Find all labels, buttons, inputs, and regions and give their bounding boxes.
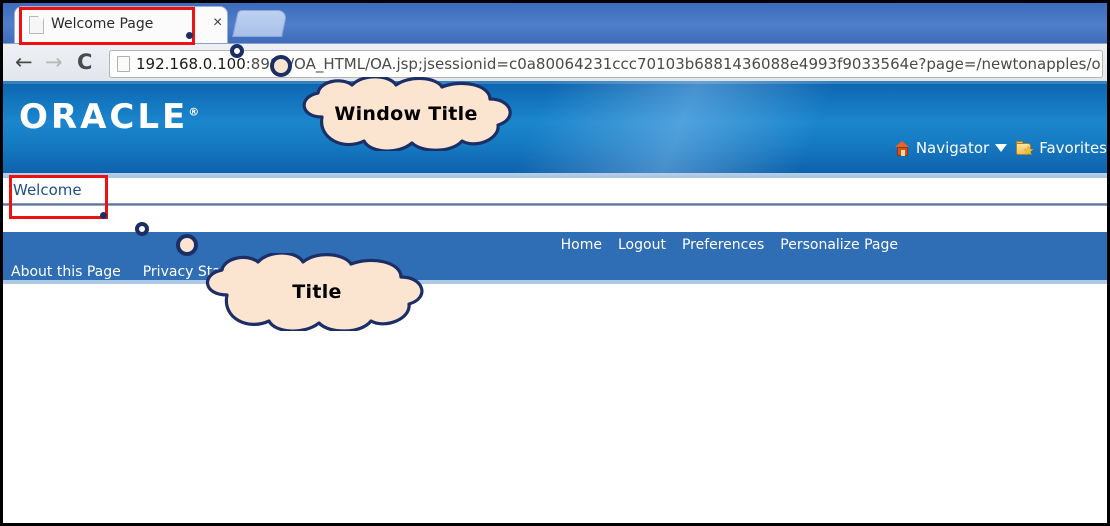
address-path: :8988/OA_HTML/OA.jsp;jsessionid=c0a80064… <box>245 55 1103 73</box>
footer-link-about-this-page[interactable]: About this Page <box>11 264 121 280</box>
favorites-folder-star-icon: ★ <box>1016 140 1034 158</box>
oracle-logo: ORACLE® <box>19 97 199 137</box>
oracle-logo-text: ORACLE <box>19 97 189 137</box>
footer-links-right: Home Logout Preferences Personalize Page <box>561 237 898 253</box>
reload-icon[interactable]: C <box>77 52 92 73</box>
registered-mark: ® <box>188 105 200 119</box>
forward-arrow-icon: → <box>45 50 63 74</box>
browser-tabstrip: Welcome Page × <box>3 3 1107 43</box>
oracle-branding-bar: ORACLE® Navigator ★ Favorites <box>3 81 1107 173</box>
new-tab-button[interactable] <box>232 10 288 37</box>
global-link-navigator-label: Navigator <box>915 139 990 157</box>
footer-link-home[interactable]: Home <box>561 237 602 253</box>
browser-chrome: Welcome Page × ← → C 192.168.0.100:8988/… <box>3 3 1107 81</box>
home-icon <box>894 140 910 156</box>
address-host: 192.168.0.100 <box>136 55 246 73</box>
address-bar[interactable]: 192.168.0.100:8988/OA_HTML/OA.jsp;jsessi… <box>109 50 1103 78</box>
browser-tab-title: Welcome Page <box>51 16 154 32</box>
close-icon[interactable]: × <box>213 15 222 31</box>
callout-leader-dot-small-title <box>100 212 107 219</box>
page-content-area <box>3 206 1107 232</box>
callout-leader-dot-large-window-title <box>270 55 292 77</box>
screenshot-root: Welcome Page × ← → C 192.168.0.100:8988/… <box>0 0 1110 526</box>
callout-page-title: Title <box>189 253 437 331</box>
callout-leader-dot-small-window-title <box>186 32 193 39</box>
page-tabs-row: Welcome <box>3 178 1107 206</box>
global-link-favorites[interactable]: ★ Favorites <box>1016 139 1107 158</box>
back-arrow-icon[interactable]: ← <box>15 52 33 73</box>
footer-link-logout[interactable]: Logout <box>618 237 666 253</box>
global-links: Navigator ★ Favorites <box>894 139 1107 158</box>
browser-toolbar: ← → C 192.168.0.100:8988/OA_HTML/OA.jsp;… <box>3 43 1107 81</box>
callout-leader-dot-medium-title <box>135 222 149 236</box>
page-body-blank <box>3 284 1107 523</box>
page-info-icon <box>117 56 130 72</box>
chevron-down-icon[interactable] <box>995 144 1008 152</box>
browser-tab-welcome-page[interactable]: Welcome Page × <box>15 7 227 43</box>
global-link-navigator[interactable]: Navigator <box>894 139 1008 157</box>
page-tab-welcome[interactable]: Welcome <box>13 181 82 199</box>
footer-link-preferences[interactable]: Preferences <box>682 237 764 253</box>
footer-bar: Home Logout Preferences Personalize Page… <box>3 232 1107 284</box>
page-icon <box>29 16 44 34</box>
global-link-favorites-label: Favorites <box>1039 139 1107 157</box>
callout-leader-dot-medium-window-title <box>230 44 244 58</box>
callout-window-title: Window Title <box>286 77 526 151</box>
footer-link-personalize-page[interactable]: Personalize Page <box>780 237 898 253</box>
